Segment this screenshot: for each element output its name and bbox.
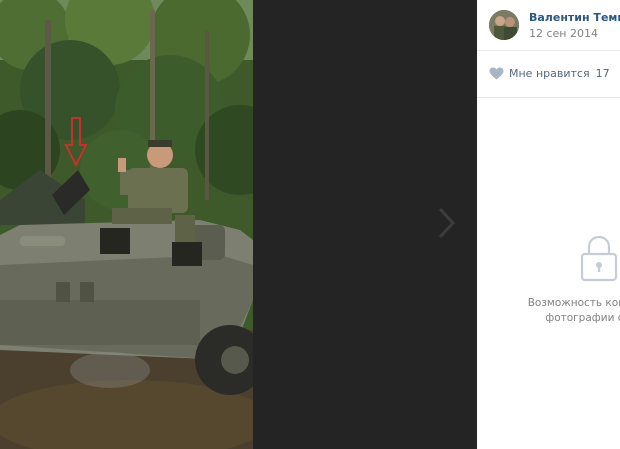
post-date: 12 сен 2014 <box>529 27 598 40</box>
author-name-link[interactable]: Валентин Темнов <box>529 11 620 24</box>
comments-note-line2: фотографии огра <box>545 312 620 324</box>
like-button[interactable]: Мне нравится 17 <box>489 64 610 82</box>
comments-note-line1: Возможность комменти <box>527 297 620 309</box>
avatar[interactable] <box>489 10 519 40</box>
photo-image <box>0 0 253 449</box>
like-label: Мне нравится <box>509 66 590 80</box>
photo-viewer <box>0 0 477 449</box>
like-count[interactable]: 17 <box>596 67 610 80</box>
photo-info-panel: Валентин Темнов 12 сен 2014 Мне нравится… <box>477 0 620 449</box>
likes-block: Мне нравится 17 <box>477 51 620 98</box>
photo[interactable] <box>0 0 253 449</box>
comments-disabled-note: Возможность комменти фотографии огра <box>509 296 620 326</box>
avatar-image <box>489 10 519 40</box>
heart-icon <box>489 66 504 80</box>
next-photo-arrow-icon[interactable] <box>436 206 458 240</box>
author-block: Валентин Темнов 12 сен 2014 <box>477 0 620 51</box>
lock-icon <box>580 235 618 282</box>
